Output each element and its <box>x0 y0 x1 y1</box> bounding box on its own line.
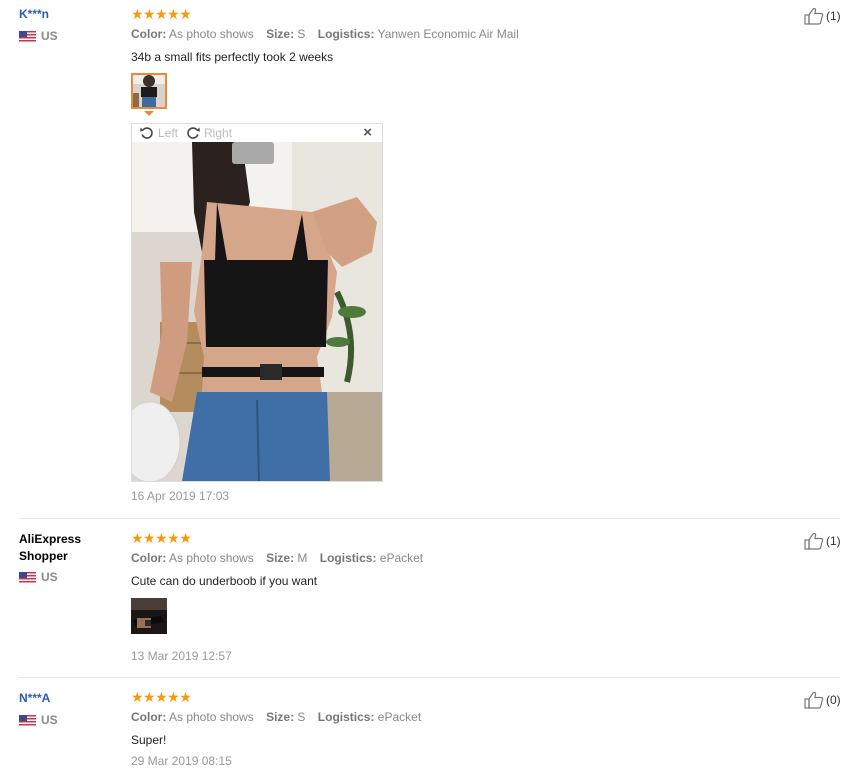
photo-viewer: Left Right × <box>131 123 383 482</box>
order-info: Color: As photo shows Size: M Logistics:… <box>131 551 771 565</box>
order-info: Color: As photo shows Size: S Logistics:… <box>131 27 771 41</box>
reviewer-info: N***A US <box>19 690 119 727</box>
review-photo-thumbnail[interactable] <box>131 73 167 109</box>
review-content: ★★★★★ Color: As photo shows Size: S Logi… <box>131 7 771 64</box>
star-rating: ★★★★★ <box>131 530 192 546</box>
color-label: Color: <box>131 27 167 41</box>
helpful-button[interactable]: (0) <box>804 691 841 709</box>
review-date: 29 Mar 2019 08:15 <box>131 754 232 768</box>
size-value: S <box>297 710 306 724</box>
review-date: 13 Mar 2019 12:57 <box>131 649 232 663</box>
rotate-left-icon <box>140 127 153 139</box>
logistics-value: ePacket <box>379 551 424 565</box>
thumbnail-pointer <box>144 111 154 116</box>
logistics-value: Yanwen Economic Air Mail <box>377 27 519 41</box>
logistics-label: Logistics: <box>317 710 375 724</box>
logistics-label: Logistics: <box>319 551 377 565</box>
reviewer-name[interactable]: N***A <box>19 690 119 707</box>
country-code: US <box>41 29 58 43</box>
thumbnail-image <box>131 598 167 634</box>
star-rating: ★★★★★ <box>131 6 192 22</box>
review-date: 16 Apr 2019 17:03 <box>131 489 230 503</box>
order-info: Color: As photo shows Size: S Logistics:… <box>131 710 771 724</box>
country-code: US <box>41 570 58 584</box>
viewer-toolbar: Left Right × <box>132 124 382 142</box>
color-value: As photo shows <box>169 27 254 41</box>
review-photo-image <box>132 142 382 481</box>
helpful-count: (1) <box>826 9 841 23</box>
star-rating: ★★★★★ <box>131 689 192 705</box>
thumbs-up-icon <box>804 532 824 550</box>
reviewer-name[interactable]: K***n <box>19 6 119 23</box>
close-icon[interactable]: × <box>363 125 372 140</box>
country-code: US <box>41 713 58 727</box>
size-label: Size: <box>266 27 295 41</box>
rotate-left-button[interactable]: Left <box>140 126 178 140</box>
color-value: As photo shows <box>169 551 254 565</box>
reviewer-info: K***n US <box>19 6 119 43</box>
color-label: Color: <box>131 710 167 724</box>
us-flag-icon <box>19 30 36 42</box>
helpful-button[interactable]: (1) <box>804 532 841 550</box>
size-label: Size: <box>266 551 295 565</box>
us-flag-icon <box>19 714 36 726</box>
helpful-count: (1) <box>826 534 841 548</box>
thumbs-up-icon <box>804 7 824 25</box>
helpful-button[interactable]: (1) <box>804 7 841 25</box>
color-value: As photo shows <box>169 710 254 724</box>
rotate-left-label: Left <box>158 126 179 140</box>
review-content: ★★★★★ Color: As photo shows Size: M Logi… <box>131 531 771 588</box>
color-label: Color: <box>131 551 167 565</box>
review-text: 34b a small fits perfectly took 2 weeks <box>131 50 334 64</box>
review-divider <box>19 677 840 678</box>
logistics-value: ePacket <box>377 710 422 724</box>
size-value: M <box>297 551 308 565</box>
review-content: ★★★★★ Color: As photo shows Size: S Logi… <box>131 690 771 768</box>
review-text: Super! <box>131 733 167 747</box>
reviewer-name: AliExpress Shopper <box>19 532 82 563</box>
review-photo-large <box>132 142 382 481</box>
reviewer-country: US <box>19 570 119 584</box>
reviewer-country: US <box>19 29 119 43</box>
reviewer-info: AliExpress Shopper US <box>19 531 119 584</box>
rotate-right-button[interactable]: Right <box>186 126 232 140</box>
review-text: Cute can do underboob if you want <box>131 574 318 588</box>
rotate-right-icon <box>187 127 200 139</box>
size-value: S <box>297 27 306 41</box>
us-flag-icon <box>19 571 36 583</box>
logistics-label: Logistics: <box>317 27 375 41</box>
helpful-count: (0) <box>826 693 841 707</box>
review-divider <box>19 518 840 519</box>
size-label: Size: <box>266 710 295 724</box>
review-photo-thumbnail[interactable] <box>131 598 167 634</box>
thumbs-up-icon <box>804 691 824 709</box>
reviewer-country: US <box>19 713 119 727</box>
thumbnail-image <box>133 75 165 107</box>
rotate-right-label: Right <box>204 126 233 140</box>
